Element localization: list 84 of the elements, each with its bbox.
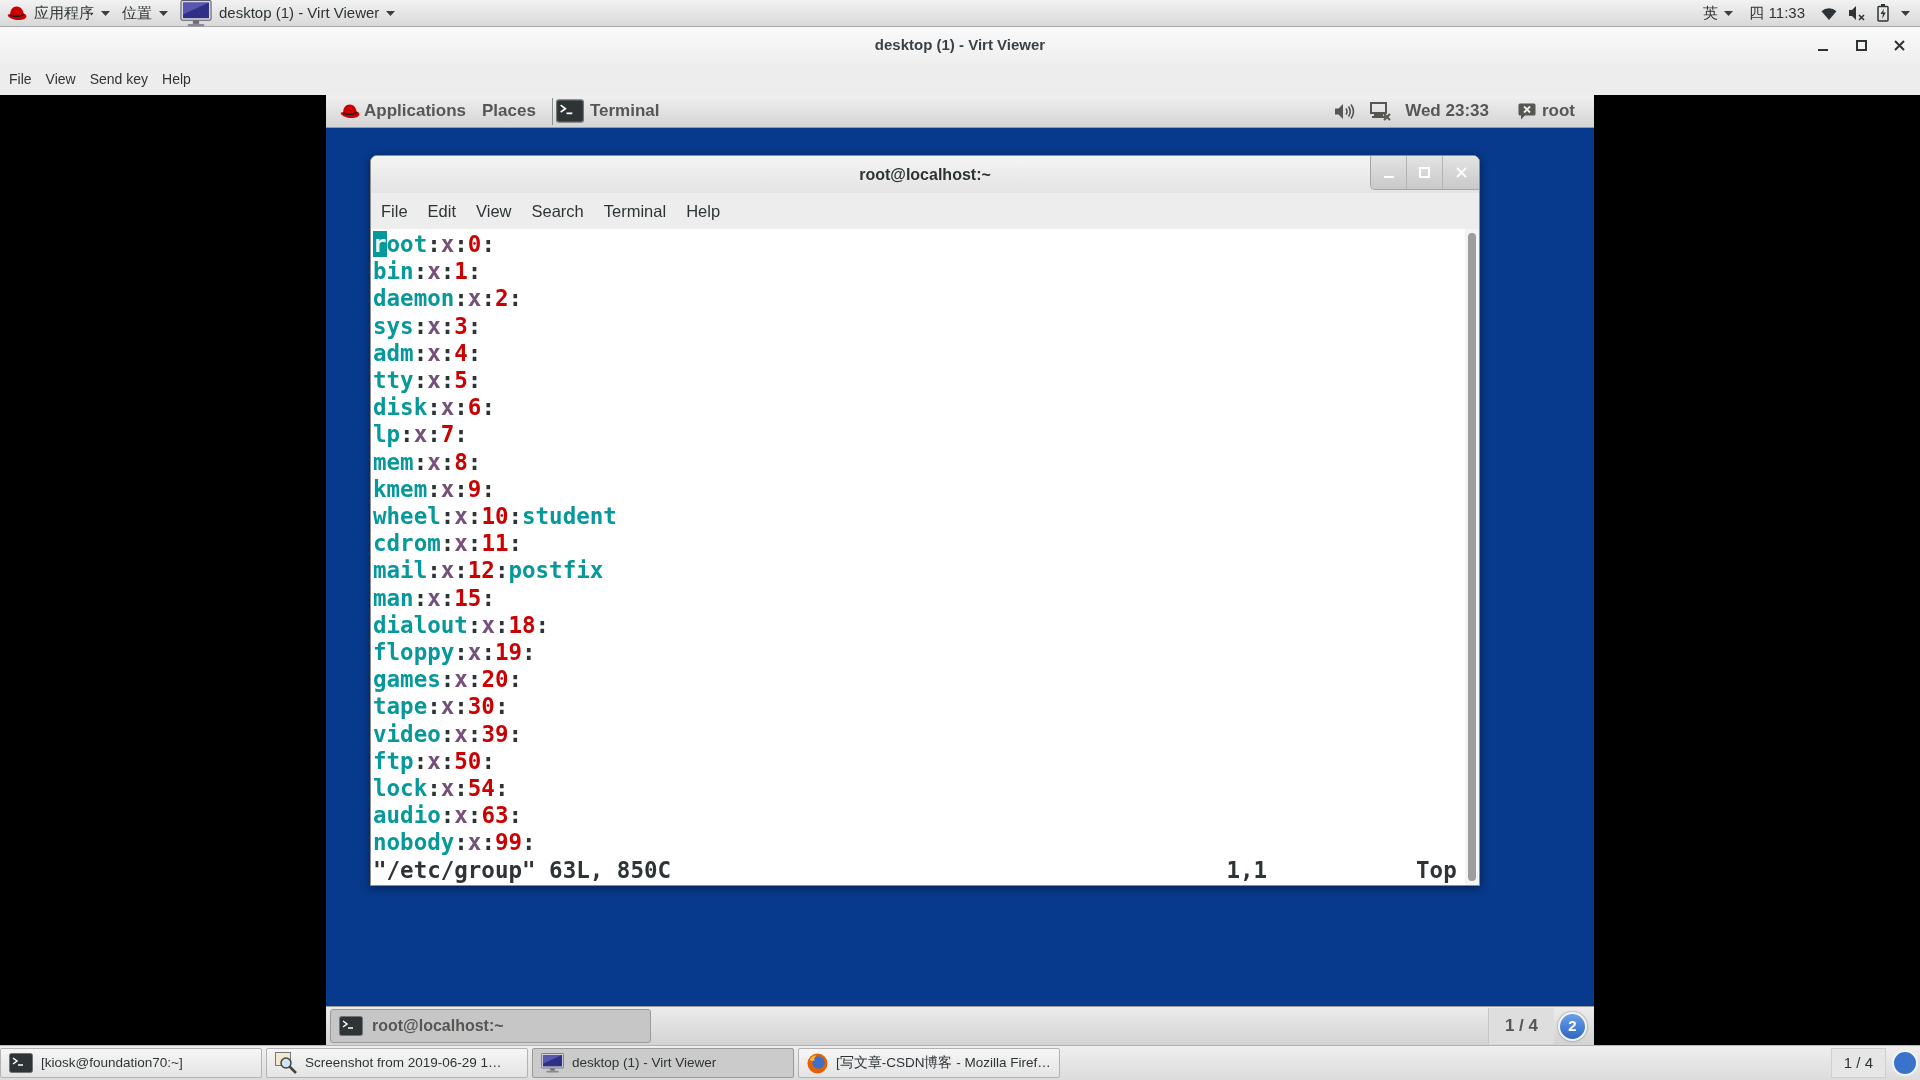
user-menu[interactable]: root: [1517, 95, 1575, 127]
muted-speaker-icon: [1849, 5, 1865, 21]
volume-icon: [1335, 102, 1356, 120]
panel-menu[interactable]: Places: [482, 95, 552, 127]
maximize-icon: [1855, 39, 1867, 51]
terminal-line: video:x:39:: [373, 720, 522, 748]
terminal-line: wheel:x:10:student: [373, 503, 617, 531]
hat-icon: [7, 5, 27, 21]
panel-menu[interactable]: 应用程序: [5, 0, 112, 26]
terminal-line: ftp:x:50:: [373, 747, 495, 776]
terminal-line: bin:x:1:: [373, 258, 482, 286]
caret-icon: [386, 10, 396, 16]
app-menu[interactable]: Terminal: [555, 95, 660, 127]
circle-icon: [1892, 1050, 1918, 1076]
taskbar-item[interactable]: [kiosk@foundation70:~]: [0, 1048, 262, 1078]
terminal-line: mem:x:8:: [373, 448, 482, 476]
terminal-line: man:x:15:: [373, 584, 495, 612]
terminal-line: mail:x:12:postfix: [373, 557, 604, 585]
workspace-indicator[interactable]: 1 / 4: [1487, 1008, 1554, 1044]
taskbar-item[interactable]: [写文章-CSDN博客 - Mozilla Firef…: [798, 1048, 1060, 1078]
terminal-line: root:x:0:: [373, 231, 495, 259]
network-icon: [1370, 101, 1392, 121]
terminal-line: lock:x:54:: [373, 775, 509, 803]
terminal-icon: [555, 99, 584, 123]
chat-bubble-icon: [1517, 102, 1536, 120]
close-icon: [1455, 167, 1467, 178]
taskbar-item[interactable]: root@localhost:~: [330, 1009, 651, 1043]
taskbar-item[interactable]: desktop (1) - Virt Viewer: [532, 1048, 794, 1078]
terminal-line: disk:x:6:: [373, 394, 495, 422]
menu-item[interactable]: View: [466, 193, 522, 229]
monitor-icon: [541, 1053, 564, 1073]
panel-clock[interactable]: Wed 23:33: [1405, 95, 1489, 127]
terminal-line: dialout:x:18:: [373, 611, 550, 640]
menu-item[interactable]: Search: [521, 193, 594, 229]
terminal-line: lp:x:7:: [373, 421, 468, 449]
battery-icon: [1877, 4, 1889, 22]
cursor-position: 1,1: [1226, 856, 1268, 883]
terminal-line: kmem:x:9:: [373, 475, 495, 504]
terminal-line: games:x:20:: [373, 666, 522, 694]
window-title: desktop (1) - Virt Viewer: [874, 34, 1046, 55]
menu-item[interactable]: File: [2, 63, 39, 95]
scroll-position: Top: [1416, 856, 1457, 883]
menu-item[interactable]: Edit: [417, 193, 467, 229]
terminal-icon: [9, 1053, 33, 1073]
panel-menu[interactable]: 位置: [120, 0, 170, 26]
scrollbar-thumb[interactable]: [1468, 233, 1476, 881]
menu-item[interactable]: Help: [155, 63, 198, 95]
notification-count[interactable]: 2: [1558, 1011, 1587, 1041]
terminal-line: tty:x:5:: [373, 367, 482, 395]
panel-menu[interactable]: desktop (1) - Virt Viewer: [178, 0, 398, 26]
maximize-icon: [1419, 167, 1430, 178]
minimize-icon: [1818, 49, 1828, 51]
terminal-line: daemon:x:2:: [373, 285, 522, 313]
caret-icon: [101, 10, 110, 16]
menu-item[interactable]: Terminal: [593, 193, 677, 229]
wifi-icon: [1821, 6, 1837, 20]
globe-icon: [807, 1052, 828, 1074]
terminal-line: nobody:x:99:: [373, 829, 536, 857]
taskbar-item[interactable]: Screenshot from 2019-06-29 1…: [266, 1048, 528, 1078]
menu-item[interactable]: View: [38, 63, 83, 95]
caret-icon: [1901, 10, 1910, 16]
terminal-line: floppy:x:19:: [373, 639, 536, 667]
menu-item[interactable]: File: [371, 193, 418, 229]
caret-icon: [1724, 10, 1734, 16]
panel-clock[interactable]: 四 11:33: [1749, 0, 1805, 26]
input-method-menu[interactable]: 英: [1703, 0, 1734, 26]
minimize-icon: [1383, 176, 1394, 178]
terminal-title: root@localhost:~: [859, 164, 991, 185]
panel-menu[interactable]: Applications: [340, 95, 482, 127]
hat-icon: [340, 103, 360, 119]
magnifier-icon: [275, 1052, 297, 1074]
terminal-line: adm:x:4:: [373, 339, 482, 367]
terminal-line: cdrom:x:11:: [373, 530, 522, 558]
terminal-line: tape:x:30:: [373, 693, 509, 721]
menu-item[interactable]: Send key: [82, 63, 156, 95]
terminal-line: sys:x:3:: [373, 312, 482, 340]
close-icon: [1893, 39, 1905, 51]
terminal-line: audio:x:63:: [373, 802, 522, 830]
caret-icon: [159, 10, 168, 16]
workspace-indicator[interactable]: 1 / 4: [1830, 1048, 1886, 1078]
status-message: "/etc/group" 63L, 850C: [373, 856, 671, 883]
terminal-icon: [339, 1016, 363, 1036]
monitor-icon: [180, 0, 212, 27]
menu-item[interactable]: Help: [676, 193, 731, 229]
